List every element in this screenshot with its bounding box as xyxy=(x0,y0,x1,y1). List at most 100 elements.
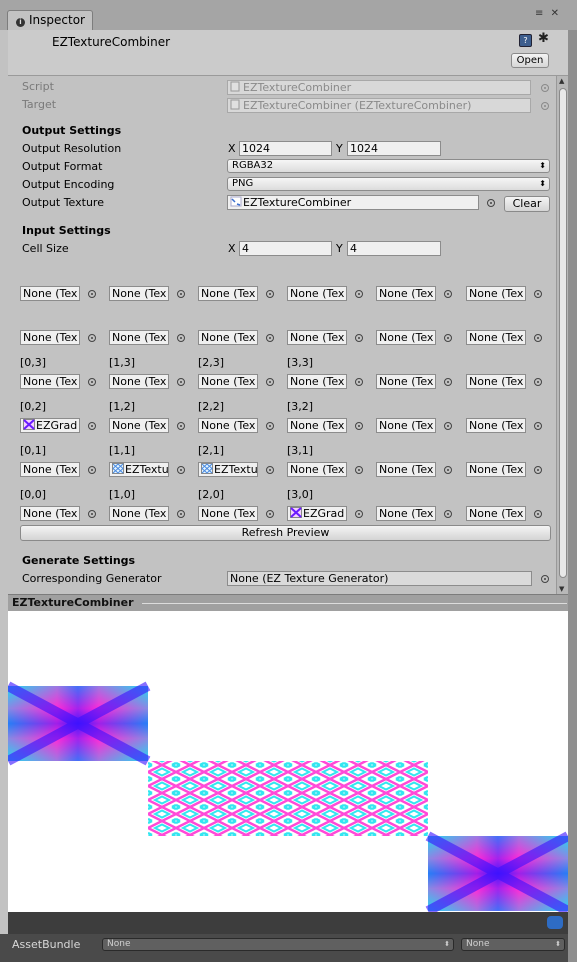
output-encoding-dropdown[interactable]: PNG ⬍ xyxy=(227,177,550,191)
clear-button[interactable]: Clear xyxy=(504,196,550,212)
object-picker-icon[interactable] xyxy=(88,290,96,298)
scroll-down-icon[interactable]: ▼ xyxy=(559,585,564,593)
script-picker-icon[interactable] xyxy=(541,84,549,92)
object-picker-icon[interactable] xyxy=(355,466,363,474)
scroll-up-icon[interactable]: ▲ xyxy=(559,77,564,85)
object-picker-icon[interactable] xyxy=(177,466,185,474)
target-picker-icon[interactable] xyxy=(541,102,549,110)
texture-slot-field[interactable]: None (Tex xyxy=(198,418,258,433)
refresh-preview-button[interactable]: Refresh Preview xyxy=(20,525,551,541)
object-picker-icon[interactable] xyxy=(88,422,96,430)
object-picker-icon[interactable] xyxy=(355,290,363,298)
object-picker-icon[interactable] xyxy=(266,510,274,518)
object-picker-icon[interactable] xyxy=(266,466,274,474)
object-picker-icon[interactable] xyxy=(88,466,96,474)
object-picker-icon[interactable] xyxy=(88,510,96,518)
texture-slot-field[interactable]: None (Tex xyxy=(287,286,347,301)
object-picker-icon[interactable] xyxy=(266,378,274,386)
texture-slot-field[interactable]: None (Tex xyxy=(20,374,80,389)
texture-slot-field[interactable]: EZGrad xyxy=(20,418,80,433)
object-picker-icon[interactable] xyxy=(444,510,452,518)
output-texture-picker-icon[interactable] xyxy=(487,199,495,207)
object-picker-icon[interactable] xyxy=(444,466,452,474)
texture-slot-field[interactable]: None (Tex xyxy=(109,506,169,521)
texture-slot-field[interactable]: None (Tex xyxy=(376,374,436,389)
object-picker-icon[interactable] xyxy=(177,378,185,386)
texture-slot-field[interactable]: None (Tex xyxy=(20,462,80,477)
object-picker-icon[interactable] xyxy=(355,422,363,430)
texture-slot-field[interactable]: None (Tex xyxy=(466,330,526,345)
texture-slot-field[interactable]: None (Tex xyxy=(198,506,258,521)
object-picker-icon[interactable] xyxy=(444,290,452,298)
texture-slot-field[interactable]: None (Tex xyxy=(198,286,258,301)
object-picker-icon[interactable] xyxy=(266,422,274,430)
generator-picker-icon[interactable] xyxy=(541,575,549,583)
texture-slot-field[interactable]: None (Tex xyxy=(287,330,347,345)
object-picker-icon[interactable] xyxy=(444,422,452,430)
open-button[interactable]: Open xyxy=(511,53,549,68)
texture-slot-field[interactable]: None (Tex xyxy=(287,462,347,477)
output-texture-field[interactable]: EZTextureCombiner xyxy=(227,195,479,210)
texture-slot-field[interactable]: None (Tex xyxy=(376,506,436,521)
texture-slot-field[interactable]: None (Tex xyxy=(20,286,80,301)
object-picker-icon[interactable] xyxy=(177,334,185,342)
texture-slot-field[interactable]: None (Tex xyxy=(287,418,347,433)
close-icon[interactable]: ✕ xyxy=(551,8,559,19)
texture-slot-field[interactable]: None (Tex xyxy=(287,374,347,389)
script-field[interactable]: EZTextureCombiner xyxy=(227,80,531,95)
texture-slot-field[interactable]: None (Tex xyxy=(109,418,169,433)
object-picker-icon[interactable] xyxy=(534,334,542,342)
inspector-scrollbar[interactable]: ▲ ▼ xyxy=(556,76,568,594)
assetbundle-name-dropdown[interactable]: None ⬍ xyxy=(102,938,454,951)
texture-slot-field[interactable]: None (Tex xyxy=(466,374,526,389)
texture-slot-field[interactable]: None (Tex xyxy=(198,374,258,389)
assetbundle-variant-dropdown[interactable]: None ⬍ xyxy=(461,938,565,951)
preview-header[interactable]: EZTextureCombiner xyxy=(8,594,569,611)
texture-slot-field[interactable]: None (Tex xyxy=(376,330,436,345)
object-picker-icon[interactable] xyxy=(534,422,542,430)
object-picker-icon[interactable] xyxy=(534,290,542,298)
texture-slot-field[interactable]: None (Tex xyxy=(376,286,436,301)
target-field[interactable]: EZTextureCombiner (EZTextureCombiner) xyxy=(227,98,531,113)
res-x-input[interactable]: 1024 xyxy=(239,141,332,156)
scroll-thumb[interactable] xyxy=(559,88,567,578)
object-picker-icon[interactable] xyxy=(444,378,452,386)
object-picker-icon[interactable] xyxy=(355,334,363,342)
cell-y-input[interactable]: 4 xyxy=(347,241,441,256)
object-picker-icon[interactable] xyxy=(355,378,363,386)
texture-slot-field[interactable]: None (Tex xyxy=(20,506,80,521)
object-picker-icon[interactable] xyxy=(534,466,542,474)
texture-slot-field[interactable]: None (Tex xyxy=(466,506,526,521)
tab-inspector[interactable]: i Inspector xyxy=(7,10,93,30)
texture-slot-field[interactable]: EZTextu xyxy=(198,462,258,477)
texture-slot-field[interactable]: None (Tex xyxy=(466,462,526,477)
object-picker-icon[interactable] xyxy=(177,422,185,430)
object-picker-icon[interactable] xyxy=(266,290,274,298)
texture-slot-field[interactable]: None (Tex xyxy=(466,286,526,301)
object-picker-icon[interactable] xyxy=(534,510,542,518)
texture-slot-field[interactable]: None (Tex xyxy=(20,330,80,345)
texture-slot-field[interactable]: None (Tex xyxy=(376,462,436,477)
object-picker-icon[interactable] xyxy=(355,510,363,518)
generator-field[interactable]: None (EZ Texture Generator) xyxy=(227,571,532,586)
gear-icon[interactable]: ✱ xyxy=(538,31,549,46)
object-picker-icon[interactable] xyxy=(177,510,185,518)
texture-slot-field[interactable]: None (Tex xyxy=(109,330,169,345)
menu-icon[interactable]: ≡ xyxy=(535,8,543,19)
texture-slot-field[interactable]: EZGrad xyxy=(287,506,347,521)
texture-slot-field[interactable]: None (Tex xyxy=(109,286,169,301)
res-y-input[interactable]: 1024 xyxy=(347,141,441,156)
object-picker-icon[interactable] xyxy=(266,334,274,342)
object-picker-icon[interactable] xyxy=(444,334,452,342)
object-picker-icon[interactable] xyxy=(534,378,542,386)
cell-x-input[interactable]: 4 xyxy=(239,241,332,256)
texture-slot-field[interactable]: None (Tex xyxy=(466,418,526,433)
object-picker-icon[interactable] xyxy=(88,334,96,342)
object-picker-icon[interactable] xyxy=(88,378,96,386)
texture-slot-field[interactable]: None (Tex xyxy=(376,418,436,433)
texture-slot-field[interactable]: None (Tex xyxy=(198,330,258,345)
object-picker-icon[interactable] xyxy=(177,290,185,298)
texture-slot-field[interactable]: None (Tex xyxy=(109,374,169,389)
tag-icon[interactable] xyxy=(547,916,563,929)
texture-slot-field[interactable]: EZTextu xyxy=(109,462,169,477)
